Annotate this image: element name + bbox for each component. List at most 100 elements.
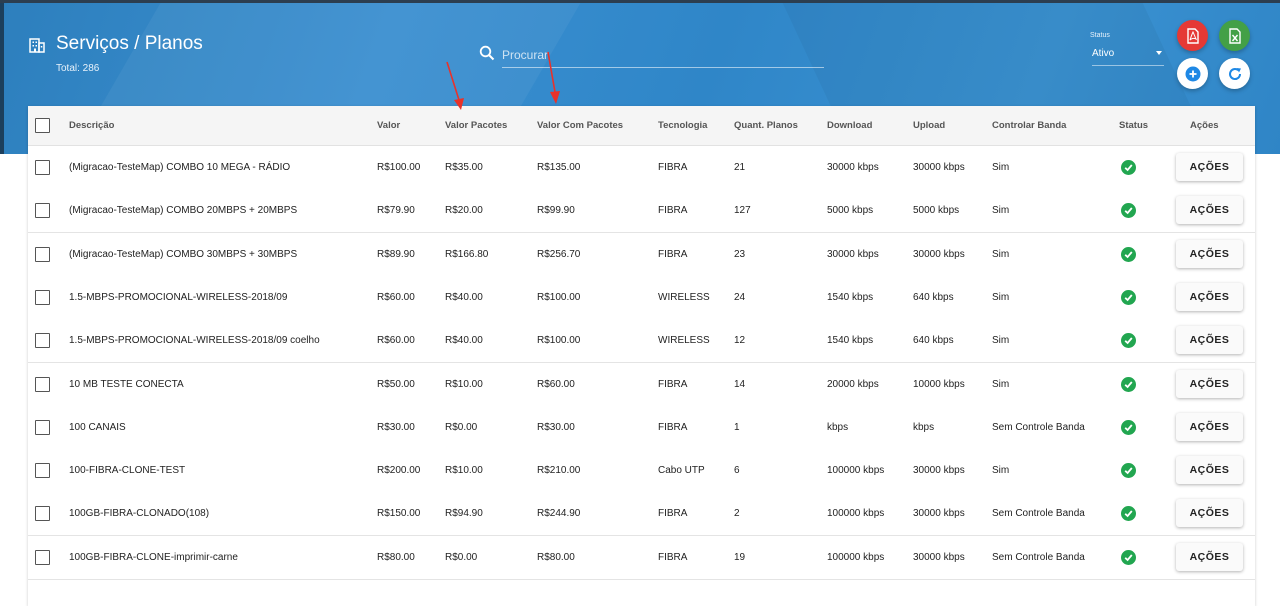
export-excel-button[interactable] <box>1219 20 1250 51</box>
cell-valor-com-pacotes: R$210.00 <box>537 465 581 477</box>
table-header: Descrição Valor Valor Pacotes Valor Com … <box>28 106 1255 146</box>
cell-upload: 640 kbps <box>913 291 954 303</box>
search-icon <box>479 45 495 61</box>
cell-descricao: (Migracao-TesteMap) COMBO 10 MEGA - RÁDI… <box>69 162 291 173</box>
cell-download: 20000 kbps <box>827 378 879 390</box>
column-quant-planos[interactable]: Quant. Planos <box>734 120 798 131</box>
cell-upload: 640 kbps <box>913 335 954 347</box>
cell-tecnologia: FIBRA <box>658 421 688 433</box>
cell-descricao: 100GB-FIBRA-CLONE-imprimir-carne <box>69 551 238 563</box>
column-tecnologia[interactable]: Tecnologia <box>658 120 707 131</box>
cell-controlar-banda: Sim <box>992 248 1010 260</box>
excel-icon <box>1228 27 1241 44</box>
acoes-button[interactable]: AÇÕES <box>1176 239 1243 268</box>
cell-upload: kbps <box>913 421 935 433</box>
refresh-button[interactable] <box>1219 58 1250 89</box>
cell-valor: R$89.90 <box>377 248 415 260</box>
acoes-button[interactable]: AÇÕES <box>1176 282 1243 311</box>
table-row[interactable]: (Migracao-TesteMap) COMBO 30MBPS + 30MBP… <box>28 232 1255 277</box>
cell-quant-planos: 12 <box>734 335 746 347</box>
add-plan-button[interactable] <box>1177 58 1208 89</box>
status-active-icon <box>1121 246 1136 262</box>
table-row[interactable]: 100 CANAIS R$30.00 R$0.00 R$30.00 FIBRA 1 kbps… <box>28 405 1255 450</box>
cell-quant-planos: 6 <box>734 465 740 477</box>
cell-download: kbps <box>827 421 849 433</box>
cell-descricao: 1.5-MBPS-PROMOCIONAL-WIRELESS-2018/09 co… <box>69 335 320 347</box>
cell-quant-planos: 1 <box>734 421 740 433</box>
cell-controlar-banda: Sem Controle Banda <box>992 508 1085 520</box>
row-checkbox[interactable] <box>35 160 50 175</box>
row-checkbox[interactable] <box>35 289 50 305</box>
row-checkbox[interactable] <box>35 246 50 262</box>
cell-upload: 30000 kbps <box>913 162 965 173</box>
cell-tecnologia: Cabo UTP <box>658 465 705 477</box>
building-icon <box>29 38 45 53</box>
select-all-checkbox[interactable] <box>35 118 50 133</box>
export-pdf-button[interactable] <box>1177 20 1208 51</box>
cell-tecnologia: FIBRA <box>658 378 688 390</box>
acoes-button[interactable]: AÇÕES <box>1176 499 1243 528</box>
row-checkbox[interactable] <box>35 463 50 479</box>
table-row[interactable]: 100GB-FIBRA-CLONADO(108) R$150.00 R$94.90 R… <box>28 492 1255 537</box>
table-row[interactable]: 100GB-FIBRA-CLONE-imprimir-carne R$80.00 R… <box>28 535 1255 580</box>
row-checkbox[interactable] <box>35 549 50 565</box>
status-active-icon <box>1121 289 1136 305</box>
cell-controlar-banda: Sim <box>992 162 1010 173</box>
cell-valor-pacotes: R$0.00 <box>445 551 478 563</box>
plans-table: Descrição Valor Valor Pacotes Valor Com … <box>28 106 1255 606</box>
row-checkbox[interactable] <box>35 376 50 392</box>
table-row[interactable]: 1.5-MBPS-PROMOCIONAL-WIRELESS-2018/09 co… <box>28 319 1255 364</box>
cell-valor: R$60.00 <box>377 291 415 303</box>
cell-controlar-banda: Sim <box>992 335 1010 347</box>
cell-valor-com-pacotes: R$135.00 <box>537 162 581 173</box>
cell-download: 100000 kbps <box>827 508 885 520</box>
acoes-button[interactable]: AÇÕES <box>1176 456 1243 485</box>
column-download[interactable]: Download <box>827 120 872 131</box>
cell-valor-com-pacotes: R$256.70 <box>537 248 581 260</box>
row-checkbox[interactable] <box>35 203 50 219</box>
column-valor-pacotes[interactable]: Valor Pacotes <box>445 120 507 131</box>
cell-tecnologia: FIBRA <box>658 248 688 260</box>
row-checkbox[interactable] <box>35 506 50 522</box>
cell-valor-com-pacotes: R$60.00 <box>537 378 575 390</box>
cell-tecnologia: FIBRA <box>658 205 688 217</box>
acoes-button[interactable]: AÇÕES <box>1176 369 1243 398</box>
chevron-down-icon <box>1156 51 1162 55</box>
cell-valor: R$80.00 <box>377 551 415 563</box>
cell-descricao: 100GB-FIBRA-CLONADO(108) <box>69 508 210 520</box>
cell-valor: R$60.00 <box>377 335 415 347</box>
column-descricao[interactable]: Descrição <box>69 120 114 131</box>
row-checkbox[interactable] <box>35 333 50 349</box>
acoes-button[interactable]: AÇÕES <box>1176 326 1243 355</box>
column-valor[interactable]: Valor <box>377 120 400 131</box>
acoes-button[interactable]: AÇÕES <box>1176 412 1243 441</box>
acoes-button[interactable]: AÇÕES <box>1176 542 1243 571</box>
column-valor-com-pacotes[interactable]: Valor Com Pacotes <box>537 120 623 131</box>
cell-quant-planos: 14 <box>734 378 746 390</box>
cell-controlar-banda: Sim <box>992 378 1010 390</box>
annotation-arrow-valor-com-pacotes <box>547 51 560 104</box>
cell-valor: R$30.00 <box>377 421 415 433</box>
cell-tecnologia: WIRELESS <box>658 335 710 347</box>
page-title: Serviços / Planos <box>56 33 203 54</box>
cell-valor-pacotes: R$40.00 <box>445 335 483 347</box>
column-status[interactable]: Status <box>1119 120 1148 131</box>
cell-valor-com-pacotes: R$99.90 <box>537 205 575 217</box>
cell-download: 100000 kbps <box>827 465 885 477</box>
acoes-button[interactable]: AÇÕES <box>1176 196 1243 225</box>
table-row[interactable]: 100-FIBRA-CLONE-TEST R$200.00 R$10.00 R$210… <box>28 449 1255 494</box>
column-upload[interactable]: Upload <box>913 120 945 131</box>
table-row[interactable]: 1.5-MBPS-PROMOCIONAL-WIRELESS-2018/09 R$6… <box>28 275 1255 320</box>
cell-valor-com-pacotes: R$100.00 <box>537 291 581 303</box>
table-row[interactable]: (Migracao-TesteMap) COMBO 10 MEGA - RÁDI… <box>28 146 1255 190</box>
acoes-button[interactable]: AÇÕES <box>1176 153 1243 181</box>
cell-valor-com-pacotes: R$30.00 <box>537 421 575 433</box>
table-row[interactable]: 10 MB TESTE CONECTA R$50.00 R$10.00 R$60.00… <box>28 362 1255 407</box>
status-active-icon <box>1121 333 1136 349</box>
row-checkbox[interactable] <box>35 419 50 435</box>
status-filter-select[interactable]: Ativo <box>1092 45 1164 66</box>
column-controlar-banda[interactable]: Controlar Banda <box>992 120 1066 131</box>
cell-download: 1540 kbps <box>827 335 874 347</box>
table-row[interactable]: (Migracao-TesteMap) COMBO 20MBPS + 20MBP… <box>28 189 1255 234</box>
plus-circle-icon <box>1185 66 1200 81</box>
